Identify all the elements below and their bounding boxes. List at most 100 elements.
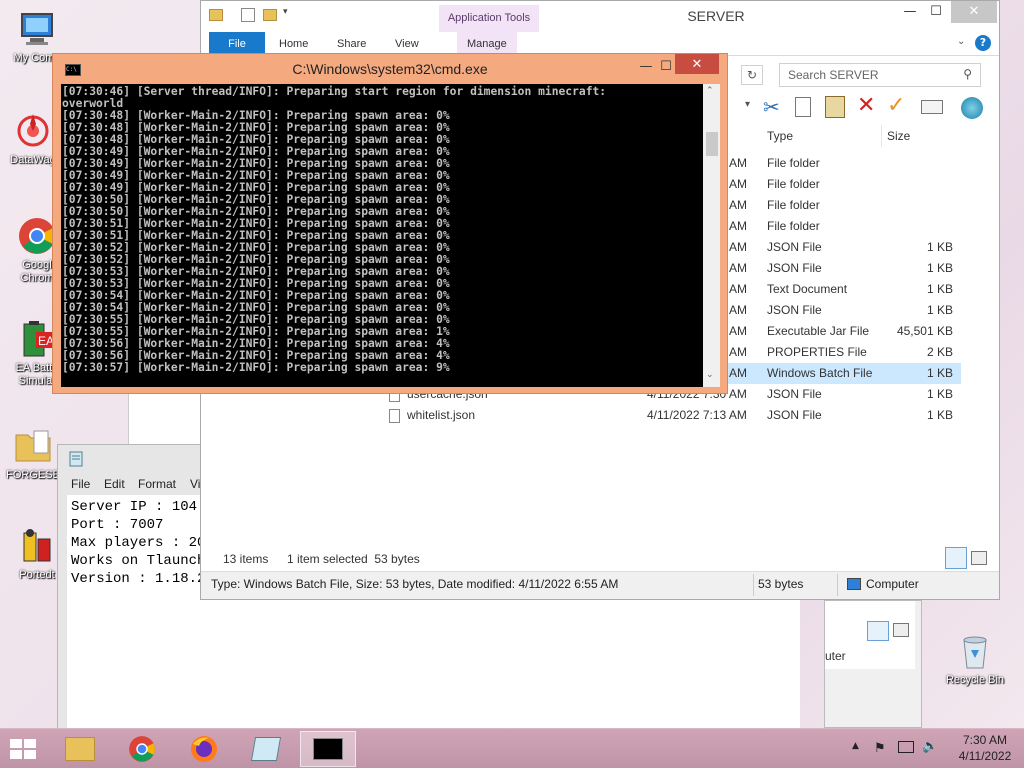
search-icon[interactable]: ⚲ bbox=[963, 67, 972, 81]
ribbon-expand-icon[interactable]: ⌄ bbox=[957, 36, 965, 47]
file-size: 1 KB bbox=[926, 282, 953, 296]
clock-time[interactable]: 7:30 AM bbox=[950, 733, 1020, 747]
help-icon[interactable]: ? bbox=[975, 35, 991, 51]
menu-format[interactable]: Format bbox=[138, 477, 176, 491]
large-icons-view-button[interactable] bbox=[971, 551, 987, 565]
file-size: 1 KB bbox=[926, 408, 953, 422]
file-type: File folder bbox=[767, 177, 820, 191]
folder-icon bbox=[12, 425, 54, 467]
cmd-window[interactable]: C:\ C:\Windows\system32\cmd.exe — ☐ ✕ [0… bbox=[52, 53, 728, 394]
file-date: AM bbox=[729, 156, 747, 170]
windows-logo-icon bbox=[10, 739, 36, 759]
start-button[interactable] bbox=[8, 737, 38, 761]
scroll-thumb[interactable] bbox=[706, 132, 718, 156]
details-location: Computer bbox=[866, 577, 919, 591]
file-type: File folder bbox=[767, 219, 820, 233]
delete-icon[interactable]: ✕ bbox=[857, 93, 875, 118]
background-window-fragment bbox=[206, 600, 800, 728]
console-line: [07:30:46] [Server thread/INFO]: Prepari… bbox=[62, 85, 607, 98]
computer-icon bbox=[16, 8, 58, 50]
cmd-console[interactable]: [07:30:46] [Server thread/INFO]: Prepari… bbox=[61, 84, 703, 387]
new-folder-icon[interactable] bbox=[263, 9, 277, 21]
menu-edit[interactable]: Edit bbox=[104, 477, 125, 491]
scroll-up-arrow[interactable]: ⌃ bbox=[706, 86, 714, 96]
copy-icon[interactable] bbox=[795, 97, 811, 117]
properties-icon[interactable] bbox=[241, 8, 255, 22]
taskbar-chrome-button[interactable] bbox=[114, 731, 170, 767]
refresh-button[interactable]: ↻ bbox=[741, 65, 763, 85]
file-date: AM bbox=[729, 240, 747, 254]
action-center-flag-icon[interactable]: ⚑ bbox=[874, 741, 886, 756]
console-line: [07:30:57] [Worker-Main-2/INFO]: Prepari… bbox=[62, 361, 450, 374]
column-header-type[interactable]: Type bbox=[767, 129, 793, 143]
cmd-scrollbar[interactable]: ⌃ ⌄ bbox=[703, 84, 720, 387]
file-date: AM bbox=[729, 261, 747, 275]
explorer-titlebar[interactable]: ▾ Application Tools SERVER — ☐ ✕ bbox=[201, 1, 999, 32]
large-icons-view-icon[interactable] bbox=[893, 623, 909, 637]
file-type: File folder bbox=[767, 198, 820, 212]
taskbar-notepad-button[interactable] bbox=[238, 731, 294, 767]
chrome-icon bbox=[129, 736, 155, 762]
taskbar-firefox-button[interactable] bbox=[176, 731, 232, 767]
taskbar-cmd-button[interactable] bbox=[300, 731, 356, 767]
rename-check-icon[interactable]: ✓ bbox=[887, 93, 905, 118]
selection-info: 1 item selected 53 bytes bbox=[287, 552, 420, 566]
desktop-icon-label: Recycle Bin bbox=[945, 674, 1005, 686]
details-view-button[interactable] bbox=[945, 547, 967, 569]
paste-icon[interactable] bbox=[825, 96, 845, 118]
scroll-down-arrow[interactable]: ⌄ bbox=[706, 370, 714, 380]
notepad-icon bbox=[250, 737, 282, 761]
cut-icon[interactable]: ✂ bbox=[763, 95, 780, 119]
close-button[interactable]: ✕ bbox=[951, 1, 997, 23]
file-size: 1 KB bbox=[926, 240, 953, 254]
firefox-icon bbox=[191, 736, 217, 762]
desktop-icon-recycle-bin[interactable]: Recycle Bin bbox=[938, 630, 1012, 687]
column-header-size[interactable]: Size bbox=[887, 129, 910, 143]
details-view-icon[interactable] bbox=[867, 621, 889, 641]
menu-view[interactable]: Vi bbox=[190, 477, 200, 491]
network-status-icon[interactable] bbox=[898, 741, 914, 753]
file-size: 1 KB bbox=[926, 366, 953, 380]
taskbar-explorer-button[interactable] bbox=[52, 731, 108, 767]
file-date: AM bbox=[729, 219, 747, 233]
explorer-icon bbox=[65, 737, 95, 761]
cmd-close-button[interactable]: ✕ bbox=[675, 54, 719, 74]
file-row[interactable]: whitelist.json 4/11/2022 7:13 AM JSON Fi… bbox=[201, 405, 961, 426]
details-bar: Type: Windows Batch File, Size: 53 bytes… bbox=[201, 571, 999, 599]
maximize-button[interactable]: ☐ bbox=[921, 1, 951, 23]
show-hidden-icons-arrow[interactable]: ▲ bbox=[852, 741, 859, 751]
datawag-icon bbox=[12, 110, 54, 152]
file-type: JSON File bbox=[767, 408, 822, 422]
file-date: AM bbox=[729, 345, 747, 359]
taskbar: ▲ ⚑ 🔈 7:30 AM 4/11/2022 bbox=[0, 728, 1024, 768]
file-type: JSON File bbox=[767, 261, 822, 275]
cmd-icon bbox=[313, 738, 343, 760]
background-explorer-fragment: uter bbox=[824, 600, 922, 728]
file-type: PROPERTIES File bbox=[767, 345, 867, 359]
file-type: Windows Batch File bbox=[767, 366, 873, 380]
file-date: AM bbox=[729, 282, 747, 296]
menu-file[interactable]: File bbox=[71, 477, 90, 491]
file-type: Executable Jar File bbox=[767, 324, 870, 338]
cmd-title: C:\Windows\system32\cmd.exe bbox=[292, 61, 488, 77]
file-size: 1 KB bbox=[926, 261, 953, 275]
file-size: 45,501 KB bbox=[896, 324, 953, 338]
volume-muted-icon[interactable]: 🔈 bbox=[922, 739, 938, 754]
item-count: 13 items bbox=[223, 552, 269, 566]
notepad-icon bbox=[68, 451, 84, 467]
file-type: File folder bbox=[767, 156, 820, 170]
properties-toolbar-icon[interactable] bbox=[921, 100, 943, 114]
notepad-window[interactable]: File Edit Format Vi Server IP : 104. Por… bbox=[57, 444, 227, 734]
clock-date[interactable]: 4/11/2022 bbox=[950, 749, 1020, 763]
file-type: JSON File bbox=[767, 387, 822, 401]
background-window-fragment bbox=[128, 394, 200, 444]
quick-access-folder-icon[interactable] bbox=[209, 9, 223, 21]
details-divider bbox=[753, 574, 754, 596]
file-date: AM bbox=[729, 198, 747, 212]
search-input[interactable]: Search SERVER ⚲ bbox=[779, 63, 981, 87]
dropdown-arrow-icon[interactable]: ▾ bbox=[745, 99, 750, 110]
file-date: AM bbox=[729, 366, 747, 380]
quick-access-dropdown-icon[interactable]: ▾ bbox=[283, 7, 288, 17]
ported-app-icon bbox=[16, 525, 58, 567]
network-icon[interactable] bbox=[961, 97, 983, 119]
